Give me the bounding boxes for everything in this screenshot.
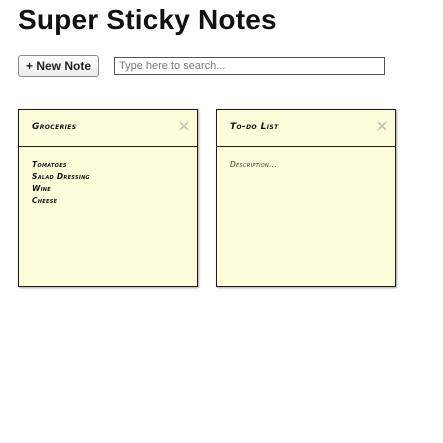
new-note-button[interactable]: + New Note <box>18 55 99 77</box>
notes-board: Groceries Tomatoes Salad Dressing Wine C… <box>18 109 396 287</box>
close-x-icon[interactable] <box>177 119 191 133</box>
note-line: Cheese <box>32 196 58 205</box>
note-header: Groceries <box>19 110 197 147</box>
note-title[interactable]: Groceries <box>32 122 76 132</box>
note-line: Wine <box>32 184 51 193</box>
note-description[interactable]: Tomatoes Salad Dressing Wine Cheese <box>32 159 191 280</box>
note-description[interactable]: Description... <box>230 159 389 280</box>
note-line: Tomatoes <box>32 160 67 169</box>
note-line: Salad Dressing <box>32 172 90 181</box>
search-input[interactable] <box>114 57 385 75</box>
close-x-icon[interactable] <box>375 119 389 133</box>
note-description-placeholder: Description... <box>230 160 278 169</box>
sticky-note-groceries: Groceries Tomatoes Salad Dressing Wine C… <box>18 109 198 287</box>
note-header: To-do List <box>217 110 395 147</box>
sticky-note-todo: To-do List Description... <box>216 109 396 287</box>
note-title[interactable]: To-do List <box>230 122 279 132</box>
app-title: Super Sticky Notes <box>18 4 277 35</box>
toolbar: + New Note <box>18 55 385 77</box>
